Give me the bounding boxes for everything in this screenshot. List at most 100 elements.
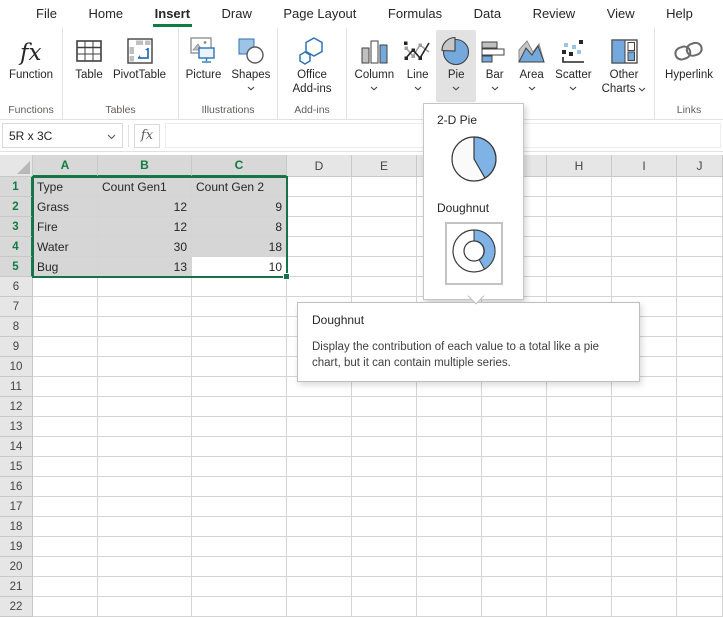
cell-A16[interactable]: [33, 477, 98, 497]
cell-E19[interactable]: [352, 537, 417, 557]
cell-H16[interactable]: [547, 477, 612, 497]
cell-B21[interactable]: [98, 577, 192, 597]
cell-C4[interactable]: 18: [192, 237, 287, 257]
col-header-J[interactable]: J: [677, 155, 723, 177]
pie-2d-option[interactable]: [424, 131, 523, 192]
cell-H21[interactable]: [547, 577, 612, 597]
cell-I19[interactable]: [612, 537, 677, 557]
cell-D20[interactable]: [287, 557, 352, 577]
cell-A11[interactable]: [33, 377, 98, 397]
row-header-13[interactable]: 13: [0, 417, 33, 437]
cell-E1[interactable]: [352, 177, 417, 197]
cell-H4[interactable]: [547, 237, 612, 257]
cell-B5[interactable]: 13: [98, 257, 192, 277]
row-header-11[interactable]: 11: [0, 377, 33, 397]
cell-E12[interactable]: [352, 397, 417, 417]
tab-home[interactable]: Home: [86, 1, 125, 27]
row-header-16[interactable]: 16: [0, 477, 33, 497]
cell-J18[interactable]: [677, 517, 723, 537]
cell-I2[interactable]: [612, 197, 677, 217]
row-header-4[interactable]: 4: [0, 237, 33, 257]
cell-C2[interactable]: 9: [192, 197, 287, 217]
cell-A13[interactable]: [33, 417, 98, 437]
cell-J12[interactable]: [677, 397, 723, 417]
cell-B12[interactable]: [98, 397, 192, 417]
cell-E18[interactable]: [352, 517, 417, 537]
cell-B9[interactable]: [98, 337, 192, 357]
tab-review[interactable]: Review: [531, 1, 578, 27]
cell-J7[interactable]: [677, 297, 723, 317]
cell-C3[interactable]: 8: [192, 217, 287, 237]
cell-H15[interactable]: [547, 457, 612, 477]
cell-G16[interactable]: [482, 477, 547, 497]
cell-A19[interactable]: [33, 537, 98, 557]
chevron-down-icon[interactable]: [528, 86, 536, 92]
tab-insert[interactable]: Insert: [153, 1, 192, 27]
cell-J8[interactable]: [677, 317, 723, 337]
col-header-I[interactable]: I: [612, 155, 677, 177]
cell-C14[interactable]: [192, 437, 287, 457]
cell-C18[interactable]: [192, 517, 287, 537]
cell-A15[interactable]: [33, 457, 98, 477]
row-header-19[interactable]: 19: [0, 537, 33, 557]
row-header-2[interactable]: 2: [0, 197, 33, 217]
chevron-down-icon[interactable]: [452, 86, 460, 92]
cell-C12[interactable]: [192, 397, 287, 417]
cell-A4[interactable]: Water: [33, 237, 98, 257]
row-header-3[interactable]: 3: [0, 217, 33, 237]
cell-C6[interactable]: [192, 277, 287, 297]
cell-B1[interactable]: Count Gen1: [98, 177, 192, 197]
cell-I22[interactable]: [612, 597, 677, 617]
area-chart-button[interactable]: Area: [513, 30, 550, 102]
cell-B14[interactable]: [98, 437, 192, 457]
cell-B4[interactable]: 30: [98, 237, 192, 257]
row-header-20[interactable]: 20: [0, 557, 33, 577]
chevron-down-icon[interactable]: [569, 86, 577, 92]
row-header-7[interactable]: 7: [0, 297, 33, 317]
bar-chart-button[interactable]: Bar: [476, 30, 513, 102]
cell-A8[interactable]: [33, 317, 98, 337]
cell-I13[interactable]: [612, 417, 677, 437]
cell-E2[interactable]: [352, 197, 417, 217]
column-chart-button[interactable]: Column: [350, 30, 400, 102]
table-button[interactable]: Table: [70, 30, 108, 102]
cell-D13[interactable]: [287, 417, 352, 437]
cell-H12[interactable]: [547, 397, 612, 417]
insert-function-button[interactable]: fx: [134, 124, 160, 148]
cell-F21[interactable]: [417, 577, 482, 597]
cell-E15[interactable]: [352, 457, 417, 477]
cell-B19[interactable]: [98, 537, 192, 557]
tab-data[interactable]: Data: [472, 1, 503, 27]
hyperlink-button[interactable]: Hyperlink: [660, 30, 718, 102]
cell-B18[interactable]: [98, 517, 192, 537]
picture-button[interactable]: Picture: [181, 30, 227, 102]
cell-C10[interactable]: [192, 357, 287, 377]
cell-C9[interactable]: [192, 337, 287, 357]
cell-D4[interactable]: [287, 237, 352, 257]
cell-B15[interactable]: [98, 457, 192, 477]
row-header-21[interactable]: 21: [0, 577, 33, 597]
cell-J4[interactable]: [677, 237, 723, 257]
cell-C7[interactable]: [192, 297, 287, 317]
chevron-down-icon[interactable]: [414, 86, 422, 92]
cell-A22[interactable]: [33, 597, 98, 617]
cell-F18[interactable]: [417, 517, 482, 537]
row-header-18[interactable]: 18: [0, 517, 33, 537]
name-box[interactable]: 5R x 3C: [2, 123, 123, 148]
cell-C19[interactable]: [192, 537, 287, 557]
cell-F16[interactable]: [417, 477, 482, 497]
cell-D1[interactable]: [287, 177, 352, 197]
cell-H3[interactable]: [547, 217, 612, 237]
cell-J13[interactable]: [677, 417, 723, 437]
col-header-H[interactable]: H: [547, 155, 612, 177]
cell-H18[interactable]: [547, 517, 612, 537]
cell-H14[interactable]: [547, 437, 612, 457]
cell-B10[interactable]: [98, 357, 192, 377]
cell-E6[interactable]: [352, 277, 417, 297]
cell-B8[interactable]: [98, 317, 192, 337]
cell-G18[interactable]: [482, 517, 547, 537]
cell-J5[interactable]: [677, 257, 723, 277]
cell-J21[interactable]: [677, 577, 723, 597]
cell-B2[interactable]: 12: [98, 197, 192, 217]
cell-F13[interactable]: [417, 417, 482, 437]
